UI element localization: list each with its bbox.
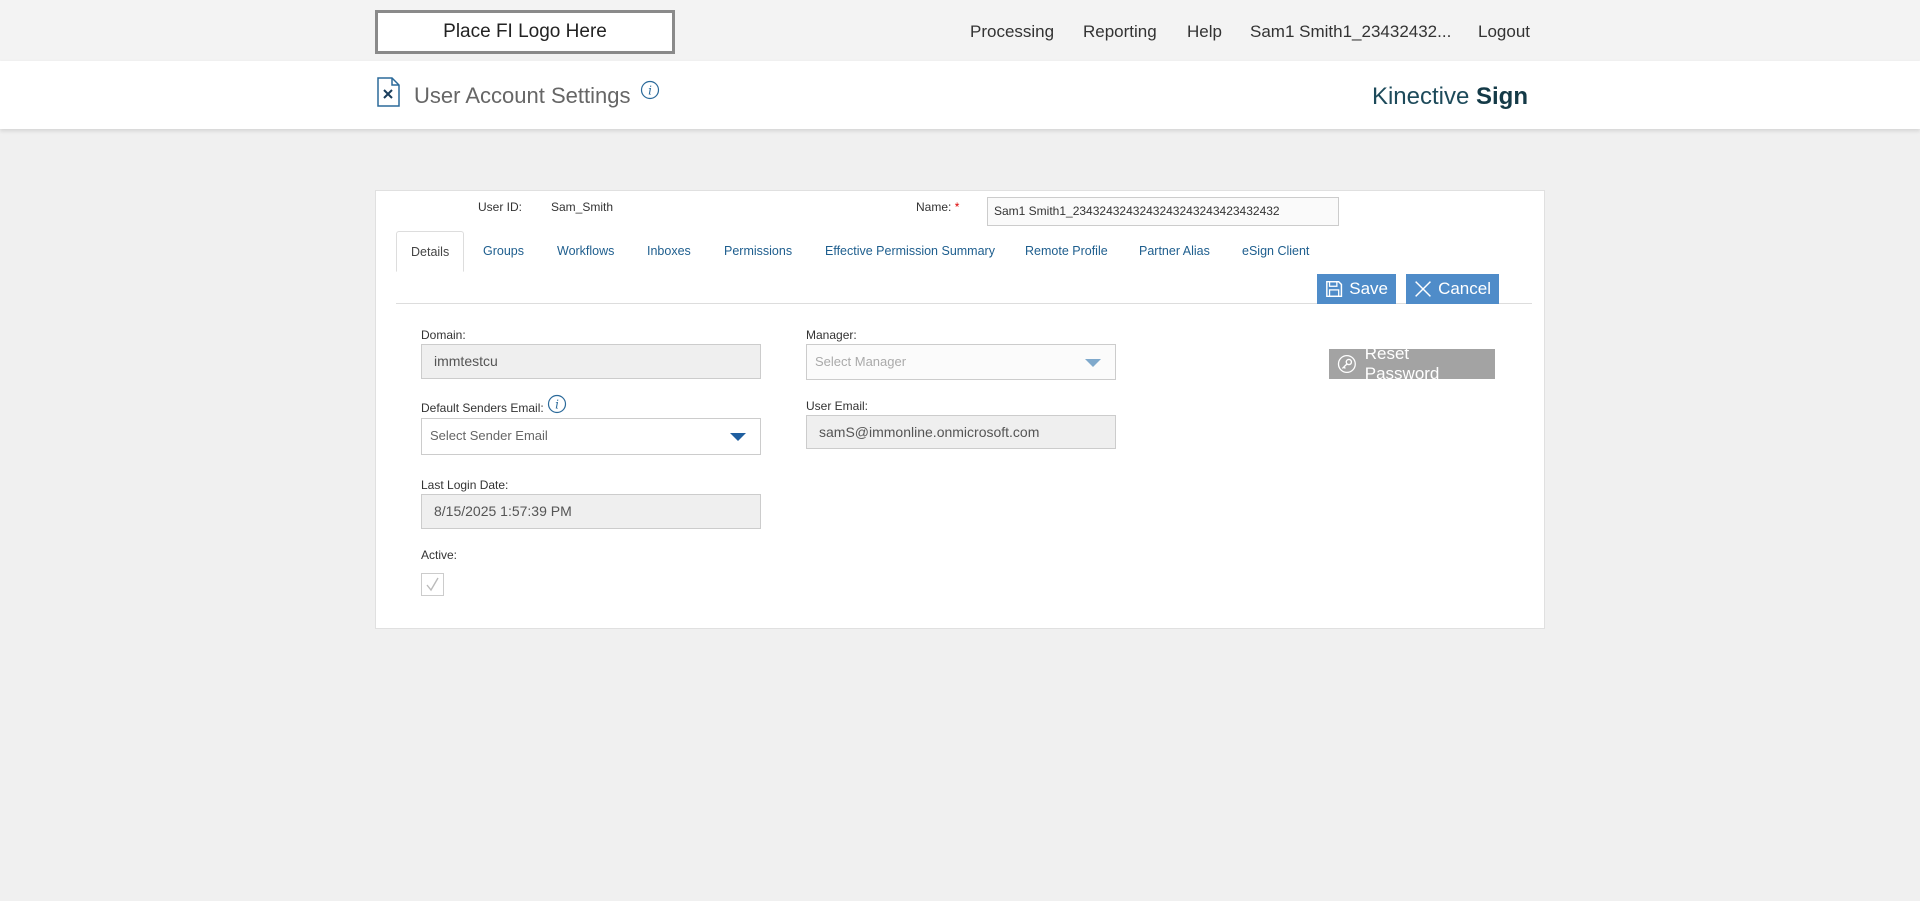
brand-name: Kinective Sign [1371,83,1528,110]
tab-details[interactable]: Details [396,231,465,272]
manager-label: Manager: [806,328,857,342]
tab-groups[interactable]: Groups [483,231,524,272]
domain-label: Domain: [421,328,466,342]
user-settings-panel: User ID: Sam_Smith Name: * Sam1 Smith1_2… [375,190,1545,629]
last-login-date-label: Last Login Date: [421,478,509,492]
logo-placeholder: Place FI Logo Here [375,10,675,54]
reset-password-label: Reset Password [1364,344,1440,383]
document-settings-icon [377,77,400,107]
cancel-button[interactable]: Cancel [1406,274,1499,304]
nav-reporting[interactable]: Reporting [1083,22,1157,42]
user-id-label: User ID: [478,200,523,214]
required-marker: * [954,200,960,214]
last-login-date-field: 8/15/2025 1:57:39 PM [421,494,761,529]
active-label: Active: [421,548,458,562]
manager-select[interactable]: Select Manager [806,344,1116,380]
nav-user-menu[interactable]: Sam1 Smith1_23432432... [1250,22,1451,42]
cancel-button-label: Cancel [1438,279,1491,298]
svg-text:i: i [648,84,652,98]
chevron-down-icon [730,433,746,441]
key-icon [1337,354,1356,374]
tab-partner-alias[interactable]: Partner Alias [1139,231,1210,272]
save-button[interactable]: Save [1317,274,1396,304]
default-senders-email-label: Default Senders Email: [421,401,544,415]
info-icon[interactable]: i [640,80,660,100]
nav-processing[interactable]: Processing [970,22,1054,42]
top-navigation-bar: Place FI Logo Here Processing Reporting … [0,0,1920,61]
domain-field: immtestcu [421,344,761,379]
chevron-down-icon [1085,359,1101,367]
nav-help[interactable]: Help [1187,22,1222,42]
info-icon[interactable]: i [547,394,567,414]
tab-workflows[interactable]: Workflows [557,231,614,272]
page-title: User Account Settings [414,83,631,108]
user-id-value: Sam_Smith [551,200,614,214]
active-checkbox[interactable] [421,573,444,596]
sender-email-placeholder: Select Sender Email [430,428,548,443]
nav-logout[interactable]: Logout [1478,22,1530,42]
page-header: User Account Settings i Kinective Sign [0,61,1920,129]
tab-esign-client[interactable]: eSign Client [1242,231,1309,272]
name-label: Name: * [916,200,960,214]
close-icon [1415,281,1431,297]
save-button-label: Save [1349,279,1388,298]
default-senders-email-select[interactable]: Select Sender Email [421,418,761,455]
tab-effective-permission-summary[interactable]: Effective Permission Summary [825,231,995,272]
tab-permissions[interactable]: Permissions [724,231,792,272]
tab-inboxes[interactable]: Inboxes [647,231,691,272]
checkmark-icon [426,577,439,592]
name-input[interactable]: Sam1 Smith1_2343243243243243243243423432… [987,197,1339,226]
tab-remote-profile[interactable]: Remote Profile [1025,231,1108,272]
user-email-field: samS@immonline.onmicrosoft.com [806,415,1116,449]
svg-text:i: i [555,398,559,412]
user-email-label: User Email: [806,399,869,413]
save-icon [1326,280,1343,298]
manager-placeholder: Select Manager [815,354,907,369]
reset-password-button[interactable]: Reset Password [1329,344,1495,383]
